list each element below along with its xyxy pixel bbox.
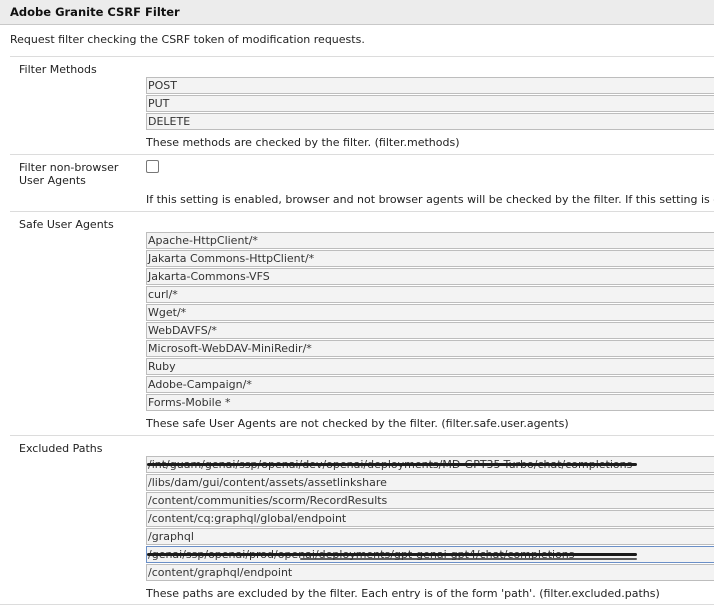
filter-method-field-2[interactable]: DELETE	[146, 113, 714, 130]
panel-title: Adobe Granite CSRF Filter	[0, 0, 714, 25]
non-browser-label-line1: Filter non-browser	[19, 161, 119, 174]
safe-agent-field-5[interactable]: WebDAVFS/*	[146, 322, 714, 339]
excluded-paths-help: These paths are excluded by the filter. …	[146, 587, 660, 600]
safe-user-agents-help: These safe User Agents are not checked b…	[146, 417, 569, 430]
filter-method-field-1[interactable]: PUT	[146, 95, 714, 112]
safe-agent-field-3[interactable]: curl/*	[146, 286, 714, 303]
safe-agent-field-8[interactable]: Adobe-Campaign/*	[146, 376, 714, 393]
excluded-path-field-3[interactable]: /content/cq:graphql/global/endpoint	[146, 510, 714, 527]
safe-agent-field-9[interactable]: Forms-Mobile *	[146, 394, 714, 411]
excluded-path-field-6[interactable]: /content/graphql/endpoint	[146, 564, 714, 581]
safe-agent-field-2[interactable]: Jakarta-Commons-VFS	[146, 268, 714, 285]
safe-user-agents-label: Safe User Agents	[19, 218, 114, 231]
bottom-divider	[0, 604, 714, 605]
safe-agent-field-0[interactable]: Apache-HttpClient/*	[146, 232, 714, 249]
excluded-path-field-2[interactable]: /content/communities/scorm/RecordResults	[146, 492, 714, 509]
non-browser-help: If this setting is enabled, browser and …	[146, 193, 714, 206]
filter-methods-help: These methods are checked by the filter.…	[146, 136, 460, 149]
redaction-mark-1	[147, 553, 637, 556]
non-browser-label-line2: User Agents	[19, 174, 86, 187]
panel-description: Request filter checking the CSRF token o…	[10, 33, 365, 46]
safe-agent-field-4[interactable]: Wget/*	[146, 304, 714, 321]
filter-methods-label: Filter Methods	[19, 63, 97, 76]
excluded-paths-label: Excluded Paths	[19, 442, 103, 455]
excluded-path-field-1[interactable]: /libs/dam/gui/content/assets/assetlinksh…	[146, 474, 714, 491]
non-browser-label: Filter non-browser User Agents	[19, 161, 118, 187]
safe-agent-field-1[interactable]: Jakarta Commons-HttpClient/*	[146, 250, 714, 267]
excluded-path-field-4[interactable]: /graphql	[146, 528, 714, 545]
redaction-mark-0	[147, 463, 637, 466]
redaction-mark-2	[300, 558, 637, 560]
non-browser-checkbox[interactable]	[146, 160, 159, 173]
safe-agent-field-7[interactable]: Ruby	[146, 358, 714, 375]
safe-agent-field-6[interactable]: Microsoft-WebDAV-MiniRedir/*	[146, 340, 714, 357]
filter-method-field-0[interactable]: POST	[146, 77, 714, 94]
